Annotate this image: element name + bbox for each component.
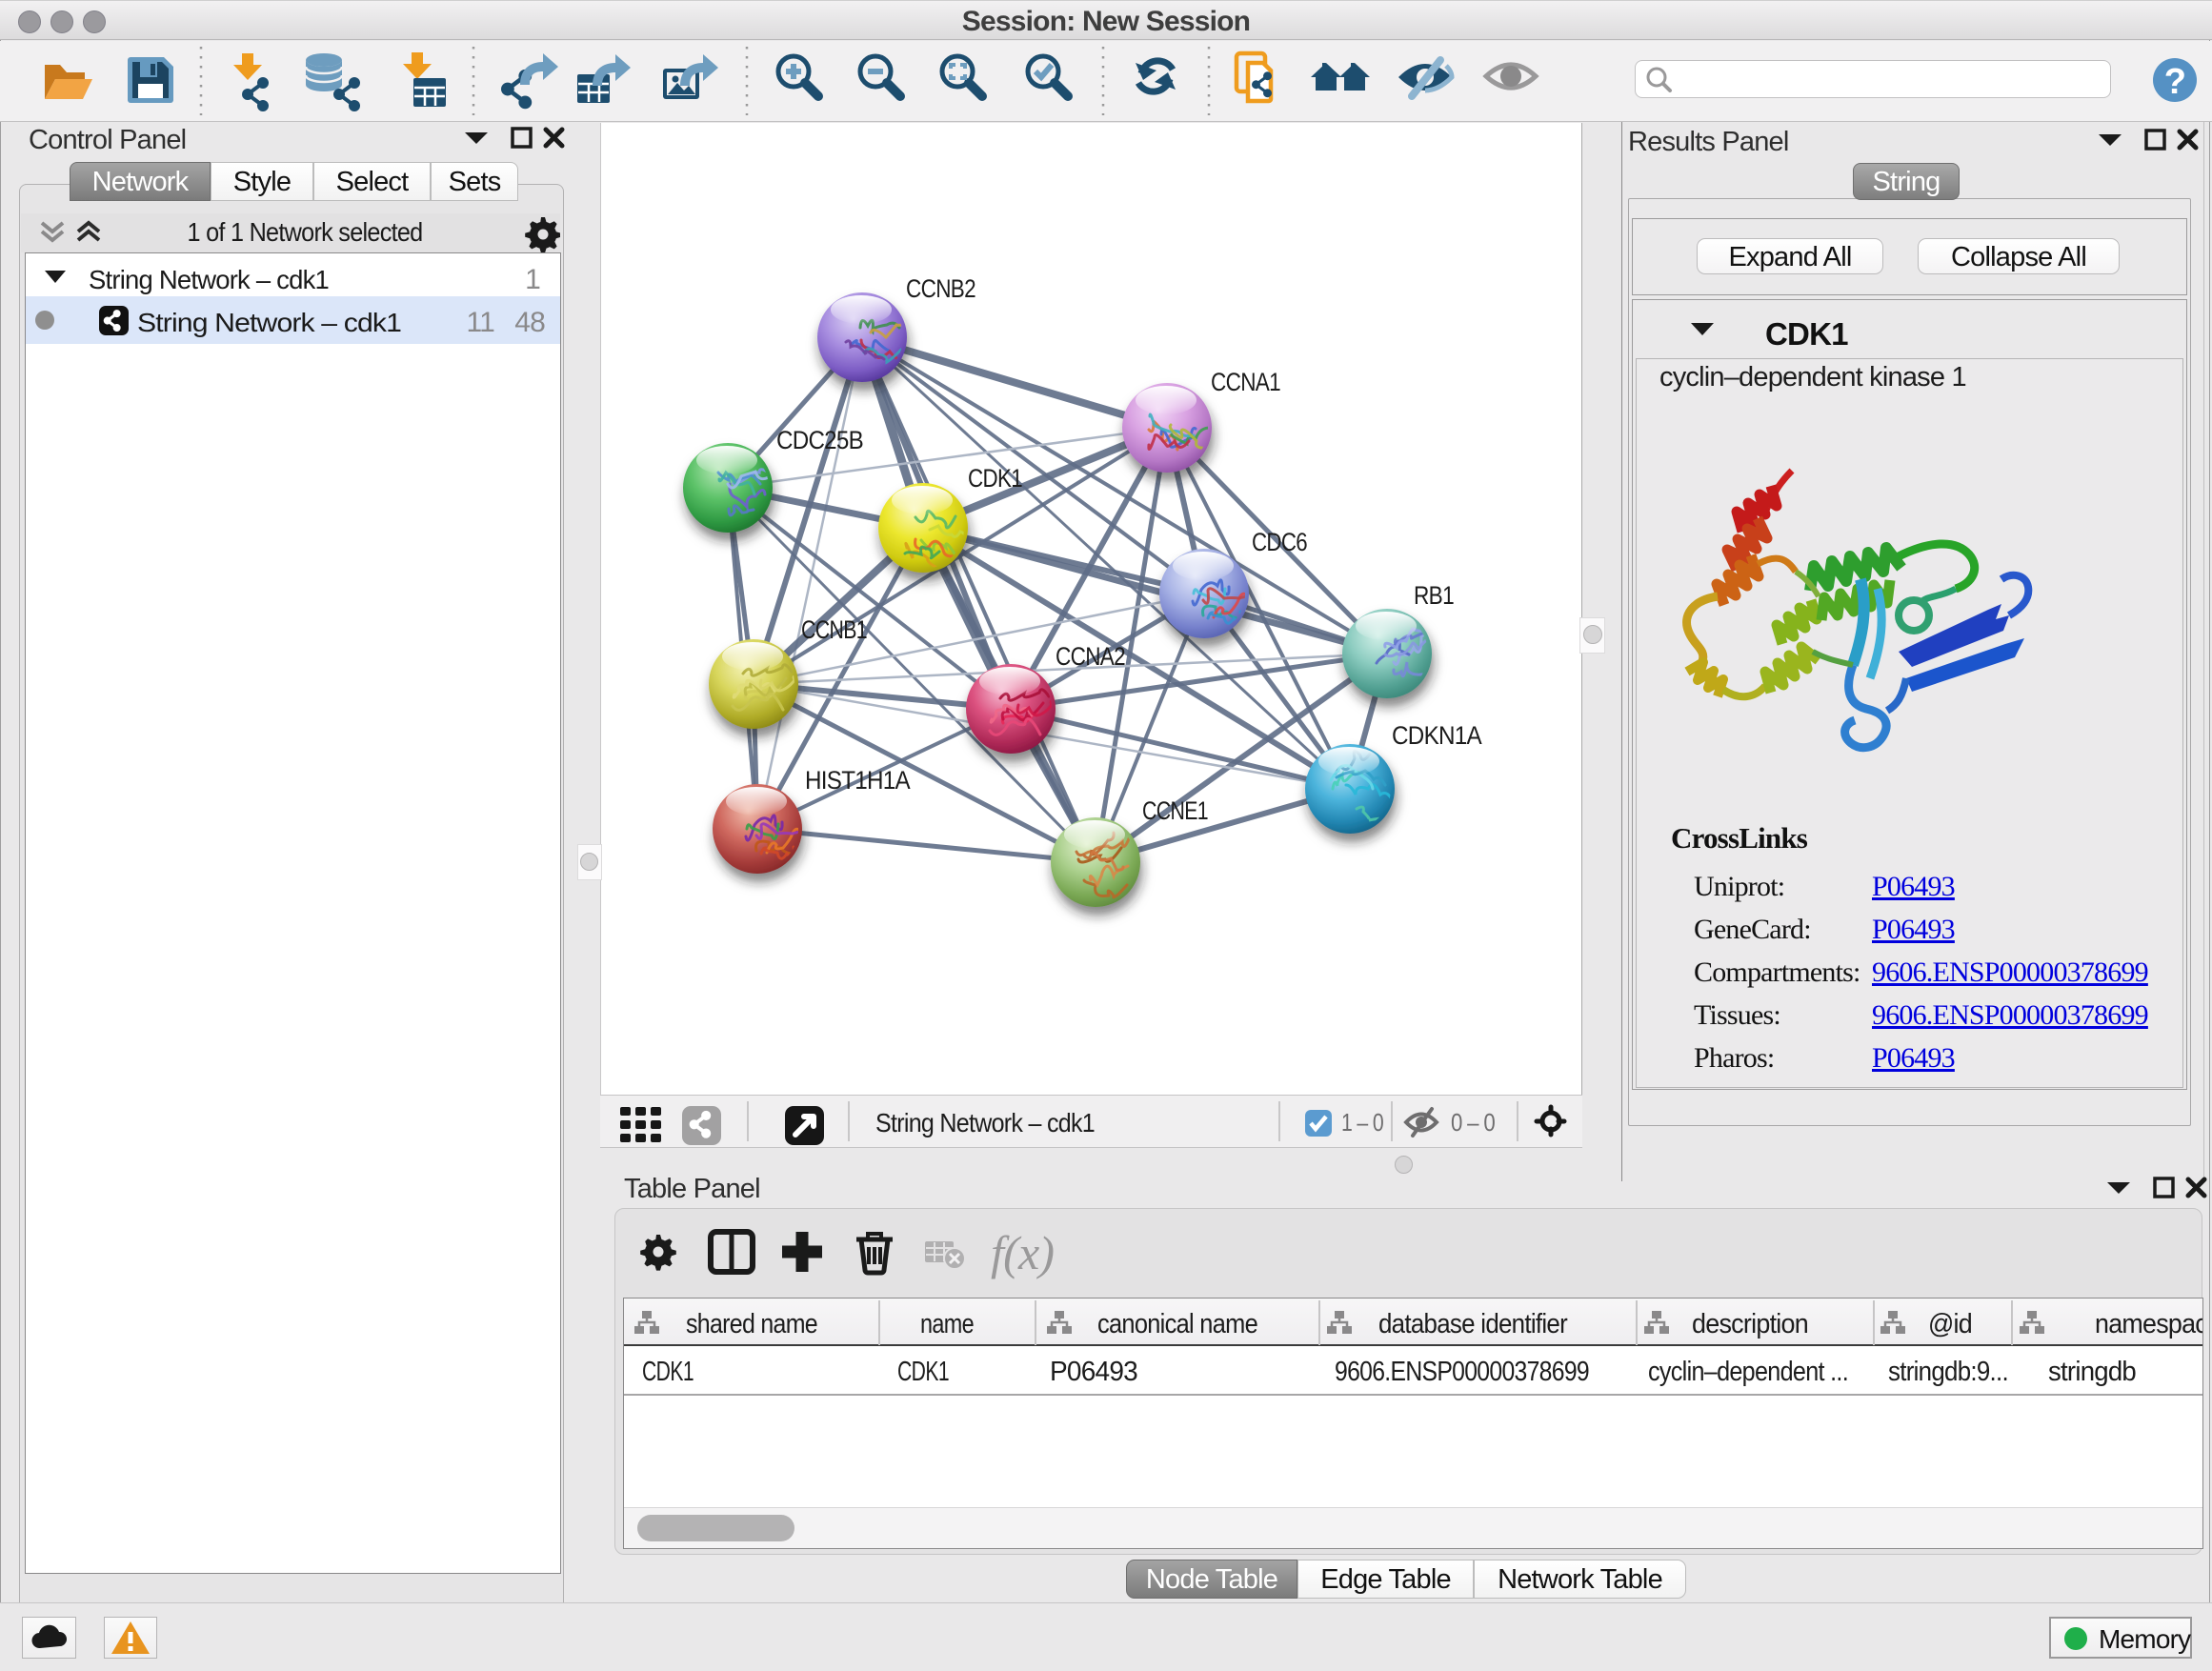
svg-text:?: ?	[2164, 62, 2185, 102]
svg-text:CDC25B: CDC25B	[776, 426, 863, 454]
svg-text:CDC6: CDC6	[1252, 528, 1307, 556]
svg-text:canonical name: canonical name	[1097, 1309, 1257, 1339]
svg-text:0 – 0: 0 – 0	[1451, 1108, 1495, 1137]
svg-text:9606.ENSP00000378699: 9606.ENSP00000378699	[1335, 1357, 1589, 1387]
svg-text:1 – 0: 1 – 0	[1341, 1108, 1383, 1137]
svg-text:CCNA2: CCNA2	[1056, 642, 1125, 671]
svg-text:CDKN1A: CDKN1A	[1392, 721, 1482, 750]
svg-text:CCNB2: CCNB2	[906, 274, 975, 303]
svg-text:HIST1H1A: HIST1H1A	[805, 766, 911, 795]
svg-text:f(x): f(x)	[991, 1226, 1054, 1279]
svg-text:CCNB1: CCNB1	[801, 615, 867, 644]
svg-text:48: 48	[514, 307, 545, 338]
svg-text:CDK1: CDK1	[897, 1357, 949, 1387]
svg-text:1 of 1 Network selected: 1 of 1 Network selected	[188, 217, 423, 247]
svg-text:String Network – cdk1: String Network – cdk1	[875, 1108, 1095, 1137]
svg-text:1: 1	[525, 264, 540, 295]
svg-text:CDK1: CDK1	[968, 464, 1022, 493]
svg-text:String Network – cdk1: String Network – cdk1	[89, 265, 329, 294]
svg-text:CDK1: CDK1	[642, 1357, 694, 1387]
svg-text:11: 11	[466, 307, 494, 338]
svg-text:CCNA1: CCNA1	[1211, 368, 1280, 396]
svg-text:name: name	[920, 1309, 974, 1339]
svg-text:String Network – cdk1: String Network – cdk1	[137, 308, 401, 337]
svg-text:stringdb: stringdb	[2048, 1357, 2136, 1387]
svg-text:namespac: namespac	[2095, 1309, 2202, 1339]
svg-text:@id: @id	[1928, 1309, 1972, 1339]
svg-text:cyclin–dependent ...: cyclin–dependent ...	[1648, 1357, 1848, 1387]
svg-text:shared name: shared name	[686, 1309, 817, 1339]
svg-text:P06493: P06493	[1050, 1357, 1137, 1387]
svg-text:description: description	[1692, 1309, 1808, 1339]
svg-text:CCNE1: CCNE1	[1142, 796, 1208, 825]
svg-text:RB1: RB1	[1414, 581, 1454, 610]
svg-text:database identifier: database identifier	[1378, 1309, 1568, 1339]
svg-text:stringdb:9...: stringdb:9...	[1888, 1357, 2008, 1387]
